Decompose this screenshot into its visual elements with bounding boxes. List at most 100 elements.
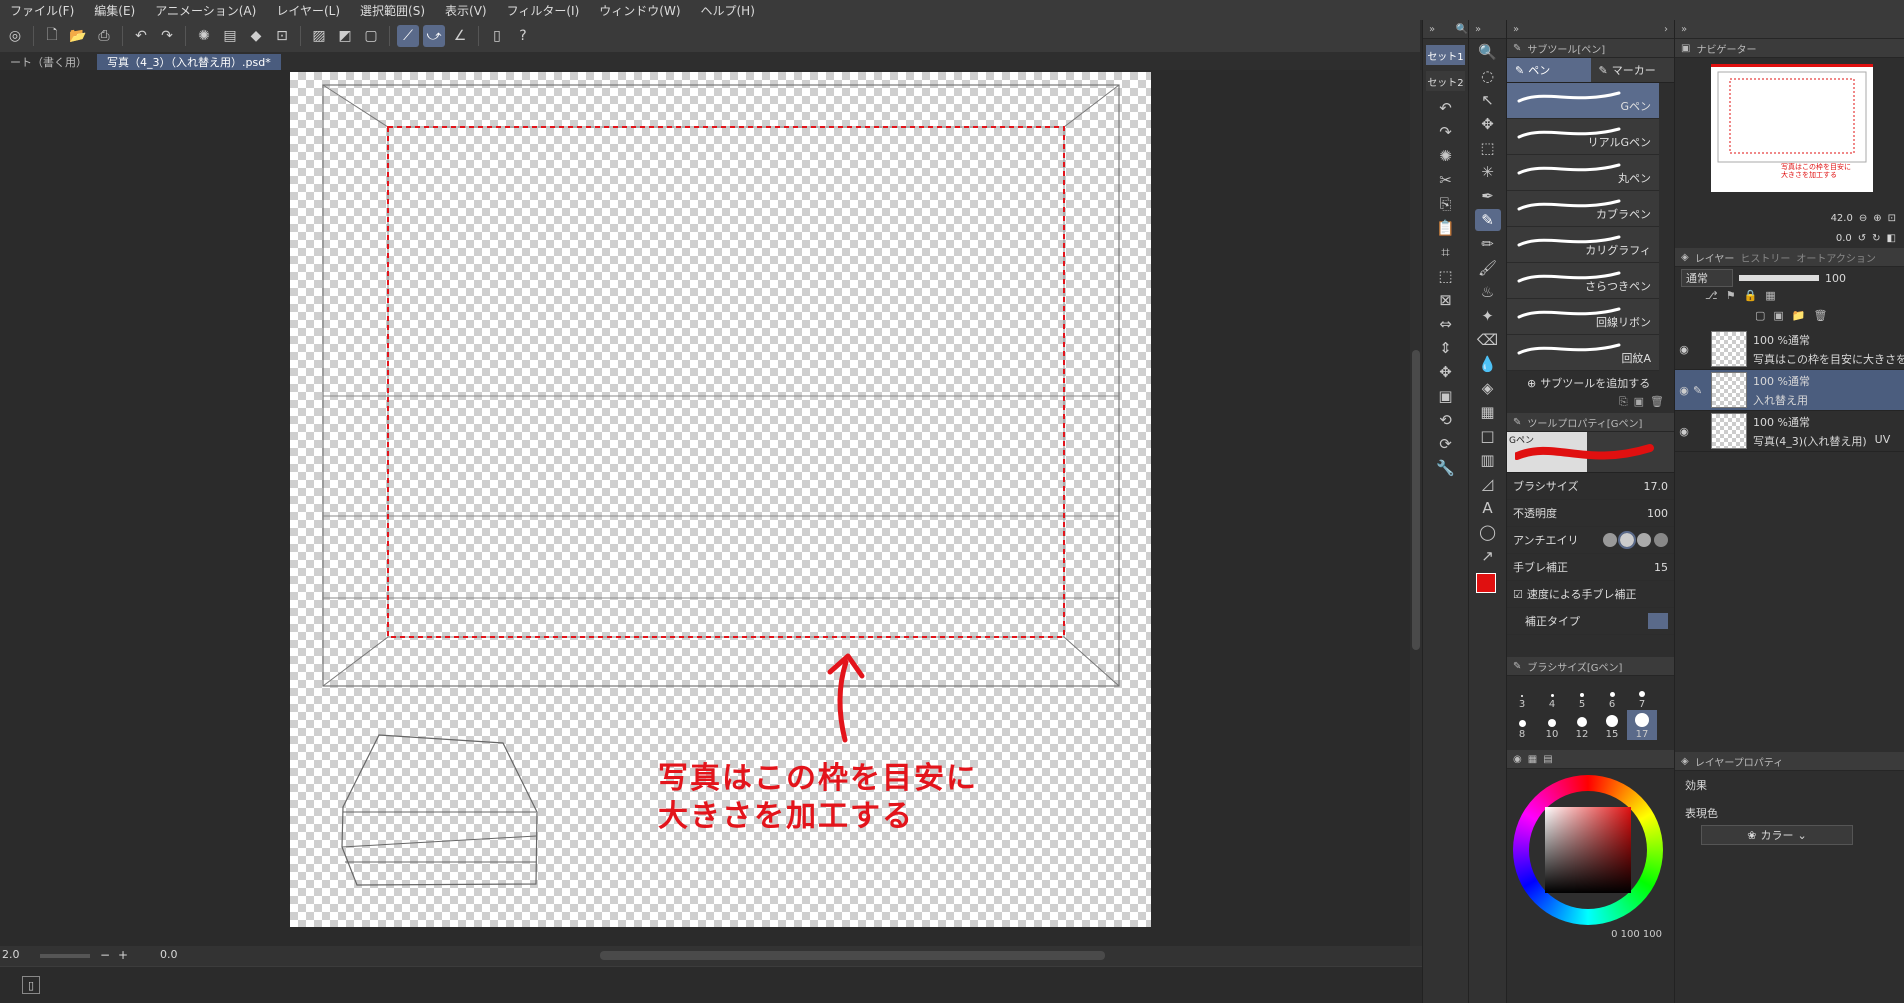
antialias-strong[interactable] [1654,533,1668,547]
copy-subtool-icon[interactable]: ⎘ [1619,395,1628,413]
brush-item[interactable]: 丸ペン [1507,155,1659,191]
device-icon[interactable]: ▯ [486,25,508,47]
new-file-icon[interactable]: 🗋 [41,25,63,47]
antialias-none[interactable] [1603,533,1617,547]
opacity-slider[interactable] [1739,275,1819,281]
copy-icon[interactable]: ⎘ [1433,193,1459,215]
save-icon[interactable]: ⎙ [93,25,115,47]
layer-row[interactable]: ◉ 100 %通常 写真(4_3)(入れ替え用) UV [1675,411,1904,452]
expand-icon[interactable]: » [1429,24,1435,35]
brush-item[interactable]: Gペン [1507,83,1659,119]
new-raster-layer-icon[interactable]: ▢ [1755,309,1765,329]
menu-item-8[interactable]: ヘルプ(H) [691,2,765,19]
rotate-left-icon[interactable]: ⟲ [1433,409,1459,431]
redo-icon[interactable]: ↷ [1433,121,1459,143]
pencil-tool-icon[interactable]: ✏ [1475,233,1501,255]
correction-type-row[interactable]: 補正タイプ [1507,608,1674,635]
eyedropper-tool-icon[interactable]: ✒ [1475,185,1501,207]
transform-icon[interactable]: ⊡ [271,25,293,47]
loading-icon[interactable]: ✺ [1433,145,1459,167]
brush-size-preset[interactable]: 4 [1537,680,1567,710]
ref-layer-icon[interactable]: ⚑ [1726,289,1736,309]
opacity-row[interactable]: 不透明度 100 [1507,500,1674,527]
menu-item-3[interactable]: レイヤー(L) [266,2,350,19]
navigator-angle-value[interactable]: 0.0 [1836,233,1852,244]
brush-size-preset[interactable]: 17 [1627,710,1657,740]
layer-row[interactable]: ◉ 100 %通常写真はこの枠を目安に大きさを加工す [1675,329,1904,370]
zoom-out-icon[interactable]: ⊖ [1859,213,1867,224]
search-icon[interactable]: 🔍 [1456,24,1468,35]
brush-item[interactable]: 回紋A [1507,335,1659,371]
flip-icon[interactable]: ◧ [1887,233,1896,244]
new-folder-icon[interactable]: 📁 [1792,309,1806,329]
history-tab[interactable]: ヒストリー [1740,250,1790,265]
fill-tool-icon[interactable]: ◈ [1475,377,1501,399]
marker-group-tab[interactable]: ✎ マーカー [1590,58,1674,82]
brush-size-row[interactable]: ブラシサイズ 17.0 [1507,473,1674,500]
zoom-in-icon[interactable]: + [118,948,128,962]
flip-vertical-icon[interactable]: ⇕ [1433,337,1459,359]
menu-item-5[interactable]: 表示(V) [435,2,497,19]
speed-stab-checkbox[interactable]: ☑ [1513,588,1523,601]
intermediate-color-tab-icon[interactable]: ▤ [1543,754,1552,765]
brush-size-preset[interactable]: 6 [1597,680,1627,710]
pen-tool-icon[interactable]: ✎ [1474,209,1501,231]
frame-tool-icon[interactable]: ▥ [1475,449,1501,471]
invert-icon[interactable]: ◩ [334,25,356,47]
move-tool-icon[interactable]: ✥ [1475,113,1501,135]
rotate-left-icon[interactable]: ↺ [1858,233,1866,244]
move-icon[interactable]: ✥ [1433,361,1459,383]
text-tool-icon[interactable]: A [1475,497,1501,519]
paste-icon[interactable]: 📋 [1433,217,1459,239]
brush-size-value[interactable]: 17.0 [1624,480,1669,493]
brush-item[interactable]: カブラペン [1507,191,1659,227]
new-subtool-icon[interactable]: ▣ [1634,395,1644,413]
zoom-out-icon[interactable]: − [100,948,110,962]
antialias-weak[interactable] [1618,531,1636,549]
snap-ruler-icon[interactable]: ⟋ [397,25,419,47]
eye-icon[interactable]: ◉ [1675,384,1693,397]
menu-item-6[interactable]: フィルター(I) [497,2,590,19]
cut-icon[interactable]: ✂ [1433,169,1459,191]
fit-icon[interactable]: ▣ [1433,385,1459,407]
antialias-medium[interactable] [1637,533,1651,547]
open-folder-icon[interactable]: 📂 [67,25,89,47]
document-tab-0[interactable]: ート（書く用） [0,54,97,70]
redo-icon[interactable]: ↷ [156,25,178,47]
undo-icon[interactable]: ↶ [1433,97,1459,119]
brush-item[interactable]: さらつきペン [1507,263,1659,299]
brush-size-preset[interactable]: 5 [1567,680,1597,710]
layer-row[interactable]: ◉ ✎ 100 %通常 入れ替え用 [1675,370,1904,411]
figure-tool-icon[interactable]: □ [1475,425,1501,447]
gradient-tool-icon[interactable]: ▦ [1475,401,1501,423]
menu-item-0[interactable]: ファイル(F) [0,2,84,19]
free-transform-icon[interactable]: ⊠ [1433,289,1459,311]
set1-tab[interactable]: セット1 [1426,45,1465,65]
brush-item[interactable]: リアルGペン [1507,119,1659,155]
vertical-scrollbar[interactable] [1410,70,1422,946]
snap-special-ruler-icon[interactable]: ⤻ [423,25,445,47]
new-vector-layer-icon[interactable]: ▣ [1773,309,1783,329]
ruler-tool-icon[interactable]: ◿ [1475,473,1501,495]
decoration-tool-icon[interactable]: ✦ [1475,305,1501,327]
airbrush-tool-icon[interactable]: ♨ [1475,281,1501,303]
color-swatches[interactable] [1473,571,1506,607]
menu-item-2[interactable]: アニメーション(A) [145,2,266,19]
balloon-tool-icon[interactable]: ◯ [1475,521,1501,543]
main-color-swatch[interactable] [1476,573,1496,593]
menu-item-7[interactable]: ウィンドウ(W) [589,2,690,19]
delete-layer-icon[interactable]: 🗑 [1814,309,1828,329]
horizontal-scrollbar[interactable]: 2.0 − + 0.0 [0,946,1422,966]
object-tool-icon[interactable]: ↖ [1475,89,1501,111]
opacity-value[interactable]: 100 [1624,507,1668,520]
auto-select-tool-icon[interactable]: ✳ [1475,161,1501,183]
selection-border-icon[interactable]: ▢ [360,25,382,47]
selection-tool-icon[interactable]: ⬚ [1475,137,1501,159]
color-wheel[interactable] [1507,769,1674,929]
brush-size-preset[interactable]: 8 [1507,710,1537,740]
zoom-in-icon[interactable]: ⊕ [1873,213,1881,224]
help-icon[interactable]: ? [512,25,534,47]
brush-size-preset[interactable]: 12 [1567,710,1597,740]
rotation-readout[interactable]: 0.0 [160,948,178,961]
eye-icon[interactable]: ◉ [1675,425,1693,438]
